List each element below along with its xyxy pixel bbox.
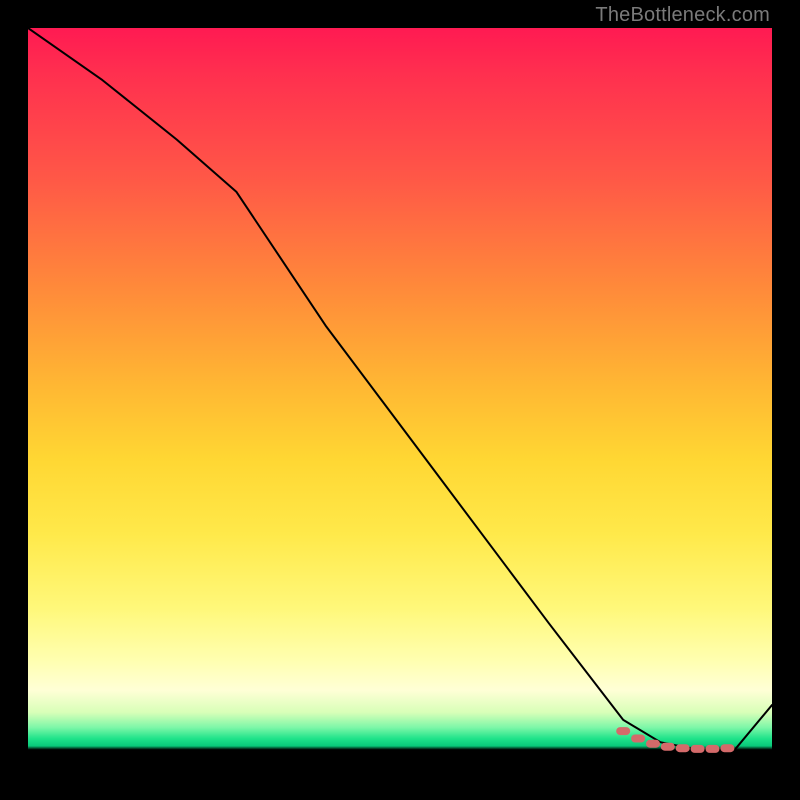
valley-mark xyxy=(661,743,675,751)
valley-mark xyxy=(616,727,630,735)
valley-mark xyxy=(646,740,660,748)
main-curve-line xyxy=(28,28,772,750)
valley-mark xyxy=(631,735,645,743)
valley-mark xyxy=(720,744,734,752)
valley-mark xyxy=(691,745,705,753)
chart-stage: TheBottleneck.com xyxy=(0,0,800,800)
valley-mark xyxy=(706,745,720,753)
valley-highlight-marks xyxy=(616,727,734,753)
watermark-text: TheBottleneck.com xyxy=(595,4,770,27)
plot-area xyxy=(28,28,772,772)
chart-overlay xyxy=(28,28,772,772)
valley-mark xyxy=(676,744,690,752)
